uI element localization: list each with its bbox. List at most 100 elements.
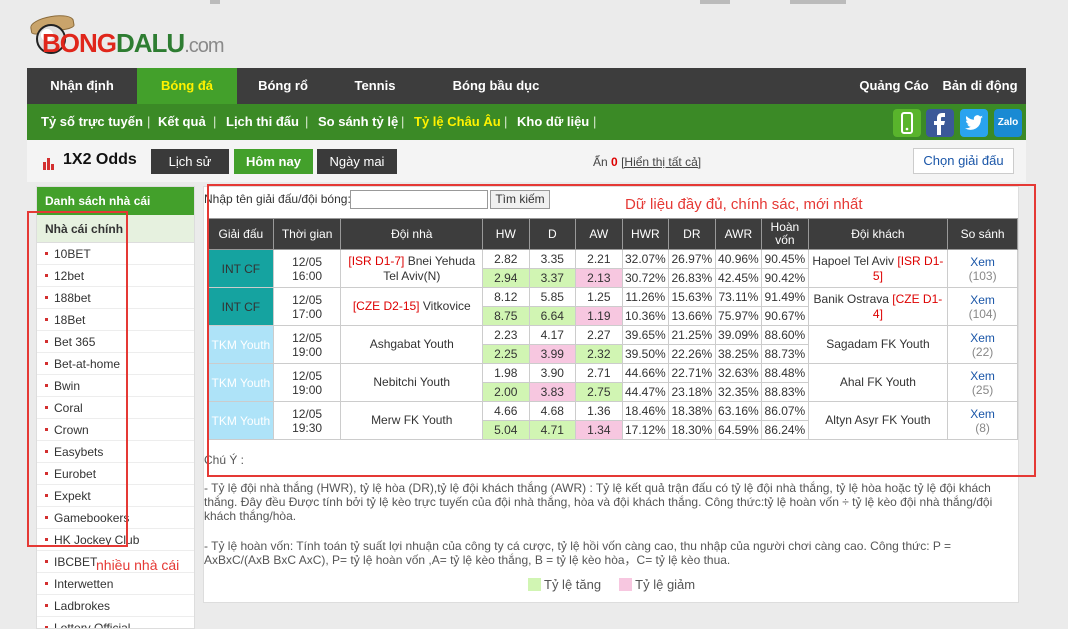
twitter-icon[interactable]	[960, 109, 988, 137]
payout-cell: 90.42%	[761, 268, 809, 288]
main-nav-item-bong-da[interactable]: Bóng đá	[137, 68, 237, 104]
zalo-icon[interactable]: Zalo	[994, 109, 1022, 137]
sub-nav-item-lich-thi-dau[interactable]: Lịch thi đấu	[226, 114, 299, 129]
hw-odds-cell: 5.04	[482, 420, 530, 440]
awr-cell: 42.45%	[714, 268, 763, 288]
main-nav-item-quang-cao[interactable]: Quảng Cáo	[852, 68, 936, 104]
away-team-name[interactable]: Hapoel Tel Aviv	[812, 254, 894, 268]
mobile-icon[interactable]	[893, 109, 921, 137]
league-cell: TKM Youth	[208, 325, 274, 364]
top-strip	[0, 0, 1068, 8]
bookmaker-item[interactable]: Bwin	[37, 375, 194, 397]
bookmaker-item[interactable]: Ladbrokes	[37, 595, 194, 617]
home-team-name[interactable]: Nebitchi Youth	[373, 375, 450, 389]
draw-odds-cell: 6.64	[528, 306, 577, 326]
bookmaker-item[interactable]: HK Jockey Club	[37, 529, 194, 551]
compare-link[interactable]: Xem	[970, 407, 995, 421]
table-row: TKM Youth 12/05 19:30 Merw FK Youth 4.66 4.6…	[208, 401, 1018, 440]
aw-odds-cell: 2.71	[575, 363, 623, 383]
show-all-link[interactable]: [Hiển thị tất cả]	[621, 155, 701, 169]
away-team-name[interactable]: Sagadam FK Youth	[826, 337, 929, 351]
bookmaker-item[interactable]: Expekt	[37, 485, 194, 507]
main-nav-item-ban-di-dong[interactable]: Bản di động	[936, 68, 1024, 104]
tab-history[interactable]: Lịch sử	[151, 149, 229, 174]
aw-odds-cell: 1.34	[575, 420, 623, 440]
compare-link[interactable]: Xem	[970, 293, 995, 307]
bookmaker-item[interactable]: 18Bet	[37, 309, 194, 331]
away-team-cell: Hapoel Tel Aviv [ISR D1-5]	[807, 249, 949, 288]
compare-cell: Xem (8)	[947, 401, 1018, 440]
draw-odds-cell: 3.35	[528, 249, 577, 269]
bookmaker-item[interactable]: Interwetten	[37, 573, 194, 595]
sub-nav-item-ty-so[interactable]: Tỷ số trực tuyến	[41, 114, 143, 129]
dr-cell: 18.30%	[668, 420, 716, 440]
bookmaker-item[interactable]: Gamebookers	[37, 507, 194, 529]
sub-nav-item-ty-le-chau-au[interactable]: Tỷ lệ Châu Âu	[414, 114, 501, 129]
payout-cell: 88.60%	[761, 325, 809, 345]
away-team-name[interactable]: Altyn Asyr FK Youth	[825, 413, 930, 427]
dr-cell: 13.66%	[668, 306, 716, 326]
hw-odds-cell: 8.75	[482, 306, 530, 326]
bookmaker-count: (22)	[971, 344, 994, 359]
away-team-name[interactable]: Ahal FK Youth	[840, 375, 916, 389]
sub-nav-item-kho-du-lieu[interactable]: Kho dữ liệu	[517, 114, 589, 129]
home-team-cell: [CZE D2-15] Vitkovice	[340, 287, 484, 326]
dr-cell: 15.63%	[668, 287, 716, 307]
home-team-name[interactable]: Ashgabat Youth	[370, 337, 454, 351]
search-button[interactable]: Tìm kiếm	[490, 190, 550, 209]
compare-link[interactable]: Xem	[970, 255, 995, 269]
separator: |	[147, 114, 151, 129]
col-header: HW	[482, 218, 530, 250]
awr-cell: 75.97%	[714, 306, 763, 326]
bookmaker-count: (104)	[968, 306, 997, 321]
away-team-name[interactable]: Banik Ostrava	[814, 292, 889, 306]
draw-odds-cell: 3.83	[528, 382, 577, 402]
main-nav-item-bong-bau-duc[interactable]: Bóng bầu dục	[421, 68, 571, 104]
time-cell: 12/05 19:30	[272, 401, 342, 440]
sub-nav-item-so-sanh-ty-le[interactable]: So sánh tỷ lệ	[318, 114, 398, 129]
draw-odds-cell: 3.37	[528, 268, 577, 288]
bookmaker-item[interactable]: Eurobet	[37, 463, 194, 485]
compare-cell: Xem (103)	[947, 249, 1018, 288]
draw-odds-cell: 5.85	[528, 287, 577, 307]
payout-cell: 88.83%	[761, 382, 809, 402]
dr-cell: 22.71%	[668, 363, 716, 383]
search-input[interactable]	[350, 190, 488, 209]
col-header: AWR	[714, 218, 763, 250]
facebook-icon[interactable]	[926, 109, 954, 137]
tab-tomorrow[interactable]: Ngày mai	[317, 149, 397, 174]
logo-part-2: DALU	[116, 28, 185, 58]
compare-link[interactable]: Xem	[970, 369, 995, 383]
home-team-name[interactable]: Merw FK Youth	[371, 413, 452, 427]
bookmaker-item[interactable]: Crown	[37, 419, 194, 441]
chart-icon	[43, 156, 57, 170]
bookmaker-item[interactable]: Bet 365	[37, 331, 194, 353]
time-cell: 12/05 19:00	[272, 325, 342, 364]
bookmaker-item[interactable]: 12bet	[37, 265, 194, 287]
draw-odds-cell: 4.71	[528, 420, 577, 440]
legend-swatch-down	[619, 578, 633, 591]
bookmaker-item[interactable]: Bet-at-home	[37, 353, 194, 375]
choose-league-button[interactable]: Chọn giải đấu	[913, 148, 1014, 174]
compare-link[interactable]: Xem	[970, 331, 995, 345]
notes-title: Chú Ý :	[204, 453, 245, 467]
main-nav-item-bong-ro[interactable]: Bóng rổ	[237, 68, 329, 104]
separator: |	[305, 114, 309, 129]
hw-odds-cell: 8.12	[482, 287, 530, 307]
tab-today[interactable]: Hôm nay	[234, 149, 313, 174]
main-nav-item-tennis[interactable]: Tennis	[329, 68, 421, 104]
payout-cell: 90.45%	[761, 249, 809, 269]
bookmaker-item[interactable]: Easybets	[37, 441, 194, 463]
away-team-cell: Banik Ostrava [CZE D1-4]	[807, 287, 949, 326]
legend-swatch-up	[528, 578, 541, 591]
home-team-name[interactable]: Vitkovice	[423, 299, 471, 313]
main-nav-item-nhan-dinh[interactable]: Nhận định	[27, 68, 137, 104]
sidebar-heading: Danh sách nhà cái	[37, 187, 194, 215]
bookmaker-item[interactable]: 188bet	[37, 287, 194, 309]
bookmaker-item[interactable]: 10BET	[37, 243, 194, 265]
aw-odds-cell: 1.36	[575, 401, 623, 421]
bookmaker-item[interactable]: Lottery Official	[37, 617, 194, 628]
site-logo[interactable]: BONGDALU.com	[28, 12, 288, 64]
bookmaker-item[interactable]: Coral	[37, 397, 194, 419]
sub-nav-item-ket-qua[interactable]: Kết quả	[158, 114, 206, 129]
